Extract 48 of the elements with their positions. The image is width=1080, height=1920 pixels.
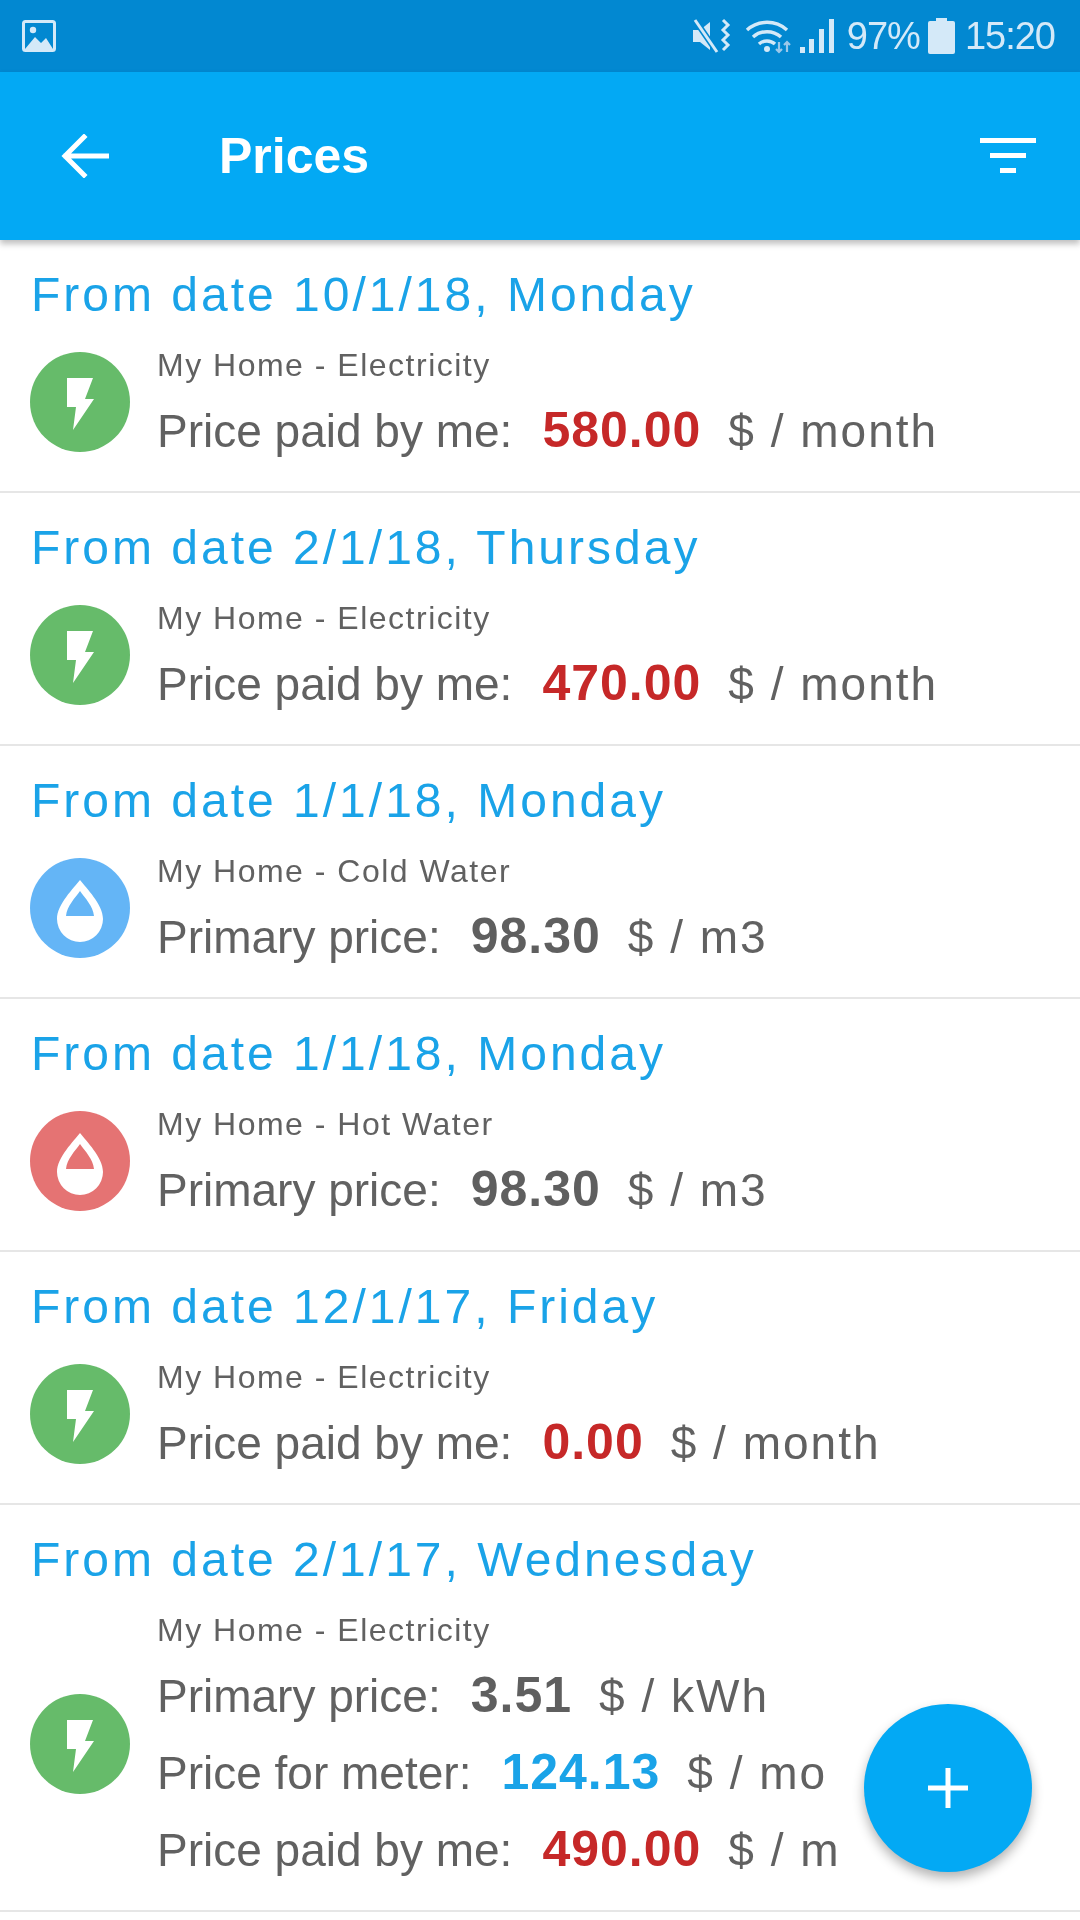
item-date[interactable]: From date 12/1/17, Friday <box>31 1277 1050 1337</box>
meter-name: My Home - Cold Water <box>157 852 513 891</box>
price-label: Primary price: <box>157 910 441 965</box>
price-value: 98.30 <box>470 1161 601 1217</box>
add-button[interactable] <box>864 1704 1032 1872</box>
item-date[interactable]: From date 10/1/18, Monday <box>31 265 1050 325</box>
price-value: 490.00 <box>542 1821 702 1877</box>
item-date[interactable]: From date 2/1/18, Thursday <box>31 518 1050 578</box>
price-label: Price paid by me: <box>157 657 513 712</box>
price-unit: $ / m <box>728 1823 841 1878</box>
price-unit: $ / m3 <box>627 910 768 965</box>
price-value: 124.13 <box>501 1744 661 1800</box>
price-value: 0.00 <box>542 1414 644 1470</box>
item-date[interactable]: From date 2/1/17, Wednesday <box>31 1530 1050 1590</box>
price-unit: $ / month <box>728 404 939 459</box>
price-label: Price paid by me: <box>157 404 513 459</box>
price-label: Primary price: <box>157 1669 441 1724</box>
price-value: 580.00 <box>542 402 702 458</box>
clock-time: 15:20 <box>964 14 1055 58</box>
price-unit: $ / kWh <box>599 1669 769 1724</box>
price-unit: $ / month <box>670 1416 881 1471</box>
price-unit: $ / month <box>728 657 939 712</box>
image-icon <box>22 20 56 52</box>
item-date[interactable]: From date 1/1/18, Monday <box>31 1024 1050 1084</box>
meter-name: My Home - Hot Water <box>157 1105 495 1144</box>
battery-percent: 97% <box>846 14 920 58</box>
signal-icon <box>798 19 835 53</box>
meter-name: My Home - Electricity <box>157 346 492 385</box>
back-icon[interactable] <box>61 134 109 178</box>
price-unit: $ / mo <box>687 1746 828 1801</box>
meter-name: My Home - Electricity <box>157 1358 492 1397</box>
price-label: Price paid by me: <box>157 1416 513 1471</box>
wifi-icon <box>744 18 793 54</box>
screen-title: Prices <box>219 127 370 186</box>
price-label: Primary price: <box>157 1163 441 1218</box>
price-unit: $ / m3 <box>627 1163 768 1218</box>
meter-name: My Home - Electricity <box>157 1611 492 1650</box>
price-label: Price paid by me: <box>157 1823 513 1878</box>
item-date[interactable]: From date 1/1/18, Monday <box>31 771 1050 831</box>
price-value: 98.30 <box>470 908 601 964</box>
battery-icon <box>927 18 955 54</box>
plus-icon <box>928 1768 968 1808</box>
price-value: 3.51 <box>470 1667 573 1723</box>
price-label: Price for meter: <box>157 1746 472 1801</box>
price-value: 470.00 <box>542 655 702 711</box>
filter-icon[interactable] <box>980 138 1036 174</box>
vibrate-mute-icon <box>690 18 733 54</box>
meter-name: My Home - Electricity <box>157 599 492 638</box>
